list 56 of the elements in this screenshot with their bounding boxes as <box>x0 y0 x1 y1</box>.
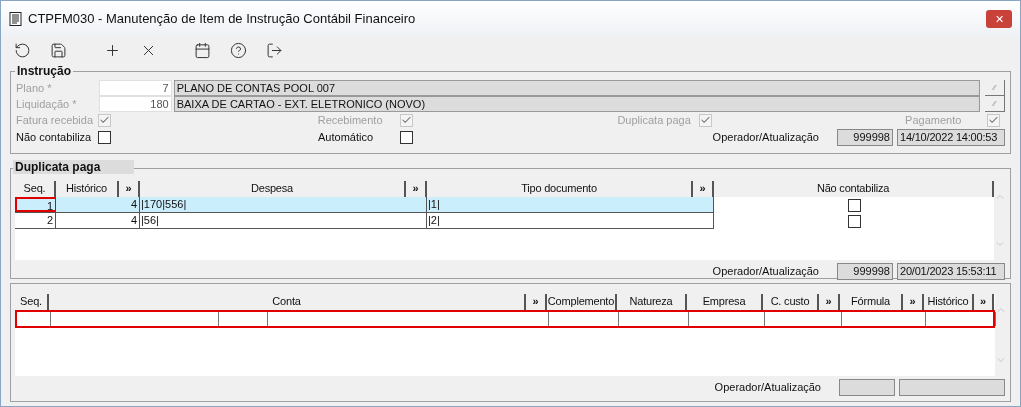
expand-column-button[interactable]: » <box>406 181 427 197</box>
timestamp-field: 14/10/2022 14:00:53 <box>897 128 1005 146</box>
column-header: Seq. <box>15 294 49 310</box>
description-field: BAIXA DE CARTAO - EXT. ELETRONICO (NOVO) <box>173 96 981 112</box>
table-cell: |2| <box>427 213 714 228</box>
close-button[interactable]: ✕ <box>986 10 1012 28</box>
expand-column-button[interactable]: » <box>693 181 714 197</box>
checkbox-label: Recebimento <box>317 112 384 128</box>
empty-row[interactable] <box>15 310 995 328</box>
checkbox[interactable] <box>400 130 413 144</box>
checkbox[interactable] <box>847 214 861 228</box>
checkbox-label: Duplicata paga <box>617 112 692 128</box>
operator-label: Operador/Atualização <box>712 129 819 145</box>
table-cell: 1 <box>15 197 56 212</box>
column-header: Fórmula <box>840 294 903 310</box>
operator-label: Operador/Atualização <box>712 264 819 280</box>
timestamp-field: 20/01/2023 15:53:11 <box>897 263 1005 280</box>
checkbox-label: Automático <box>318 129 375 145</box>
section-legend: Instrução <box>15 64 73 78</box>
expand-column-button[interactable]: » <box>526 294 547 310</box>
description-field: PLANO DE CONTAS POOL 007 <box>173 80 981 96</box>
column-header: Natureza <box>617 294 687 310</box>
checkbox-label: Pagamento <box>905 112 963 128</box>
checkbox[interactable] <box>98 130 111 144</box>
expand-column-button[interactable]: » <box>119 181 140 197</box>
expand-column-button[interactable]: » <box>819 294 840 310</box>
column-header: Tipo documento <box>427 181 693 197</box>
operator-label: Operador/Atualização <box>714 380 821 396</box>
column-header: Complemento <box>547 294 617 310</box>
document-icon <box>9 12 22 26</box>
table-cell: |56| <box>140 213 427 228</box>
table-cell: 4 <box>56 197 140 212</box>
section-legend: Duplicata paga <box>13 160 134 174</box>
table-cell: |170|556| <box>140 197 427 212</box>
column-header: Histórico <box>924 294 974 310</box>
table-cell: |1| <box>427 197 714 212</box>
column-header: Seq. <box>15 181 56 197</box>
operator-field <box>839 379 895 396</box>
column-header: Histórico <box>56 181 119 197</box>
checkbox-label: Não contabiliza <box>16 129 93 145</box>
column-header: Empresa <box>687 294 763 310</box>
column-header: Conta <box>49 294 526 310</box>
code-field[interactable]: 7 <box>98 80 172 96</box>
column-header: Despesa <box>140 181 406 197</box>
field-label: Plano * <box>16 80 53 96</box>
checkbox[interactable] <box>847 198 861 212</box>
window-title: CTPFM030 - Manutenção de Item de Instrução Contábil Financeiro <box>28 10 416 29</box>
operator-field: 999998 <box>837 128 893 146</box>
column-header: C. custo <box>763 294 819 310</box>
expand-column-button[interactable]: » <box>974 294 994 310</box>
expand-column-button[interactable]: » <box>903 294 924 310</box>
column-header: Não contabiliza <box>714 181 994 197</box>
code-field[interactable]: 180 <box>98 96 172 112</box>
field-label: Liquidação * <box>16 96 78 112</box>
checkbox-label: Fatura recebida <box>16 112 95 128</box>
operator-field: 999998 <box>837 263 893 280</box>
